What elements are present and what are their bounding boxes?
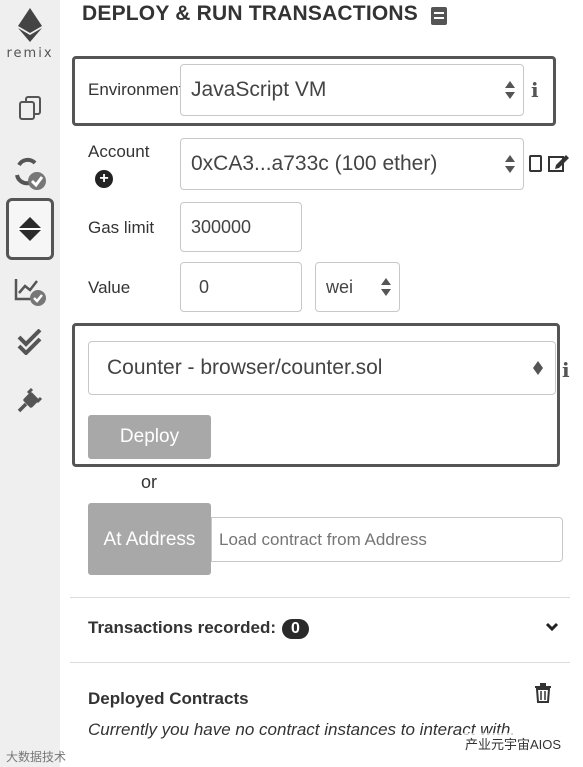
environment-select[interactable]: JavaScript VM: [180, 64, 524, 116]
icon-sidebar: remix: [0, 0, 60, 767]
book-icon[interactable]: [431, 7, 447, 25]
account-select[interactable]: 0xCA3...a733c (100 ether): [180, 138, 524, 190]
value-amount-input[interactable]: 0: [180, 262, 302, 312]
gas-limit-value: 300000: [191, 216, 252, 237]
remix-logo[interactable]: remix: [0, 8, 60, 70]
gas-limit-label: Gas limit: [88, 218, 155, 237]
transactions-recorded-row[interactable]: Transactions recorded: 0: [88, 618, 309, 639]
edit-account-icon[interactable]: [548, 153, 570, 173]
file-manager-icon[interactable]: [6, 84, 54, 132]
copy-account-icon[interactable]: [529, 155, 542, 172]
chevron-down-icon[interactable]: [545, 622, 559, 632]
trash-icon[interactable]: [534, 683, 552, 703]
remix-logo-text: remix: [6, 46, 54, 61]
panel-title: DEPLOY & RUN TRANSACTIONS: [82, 2, 418, 25]
plugin-icon[interactable]: [6, 376, 54, 424]
account-label: Account: [88, 142, 150, 161]
environment-label: Environment: [88, 80, 180, 99]
value-unit-select[interactable]: wei: [315, 262, 400, 312]
divider: [70, 662, 570, 663]
ethereum-icon: [18, 8, 42, 42]
watermark-right: 产业元宇宙AIOS: [462, 733, 565, 754]
at-address-button[interactable]: At Address: [88, 503, 211, 575]
or-text: or: [141, 472, 158, 492]
contract-selected: Counter - browser/counter.sol: [107, 356, 383, 379]
transactions-count-badge: 0: [282, 619, 309, 639]
watermark-left: 大数据技术: [6, 750, 67, 764]
verify-icon[interactable]: [6, 318, 54, 366]
select-arrows-icon: [381, 278, 391, 296]
deploy-button[interactable]: Deploy: [88, 415, 211, 459]
contract-select[interactable]: Counter - browser/counter.sol: [88, 341, 556, 395]
gas-limit-input[interactable]: 300000: [180, 202, 302, 252]
contract-info-icon[interactable]: i: [562, 358, 570, 382]
environment-value: JavaScript VM: [191, 78, 327, 101]
transactions-label: Transactions recorded:: [88, 618, 277, 637]
select-arrows-icon: [505, 155, 515, 173]
analysis-check-icon[interactable]: [6, 266, 54, 314]
value-unit: wei: [326, 276, 354, 297]
select-arrows-icon: [505, 81, 515, 99]
deployed-contracts-title: Deployed Contracts: [88, 689, 249, 708]
deploy-run-icon[interactable]: [6, 198, 54, 260]
value-amount: 0: [199, 276, 210, 297]
environment-info-icon[interactable]: i: [531, 78, 539, 102]
add-account-icon[interactable]: +: [95, 170, 113, 188]
divider: [70, 597, 570, 598]
load-address-input[interactable]: [211, 517, 563, 562]
select-arrows-icon: [533, 361, 543, 375]
value-label: Value: [88, 278, 131, 297]
account-value: 0xCA3...a733c (100 ether): [191, 152, 438, 175]
compile-check-icon[interactable]: [6, 150, 54, 198]
